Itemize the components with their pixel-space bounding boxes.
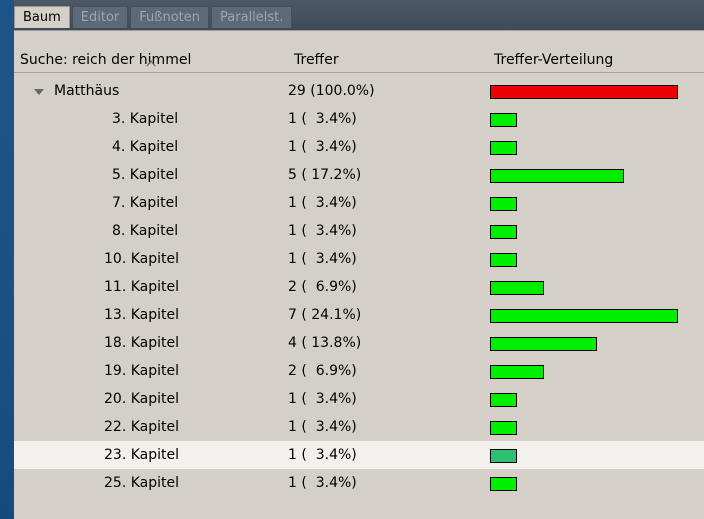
tree-row-name: 3. Kapitel	[112, 111, 179, 127]
tree-row-name: Matthäus	[54, 83, 120, 99]
sort-ascending-icon	[146, 59, 156, 67]
distribution-bar	[490, 281, 544, 295]
distribution-bar	[490, 337, 597, 351]
tree-row[interactable]: 11. Kapitel 2 ( 6.9%)	[14, 273, 704, 301]
distribution-column-header[interactable]: Treffer-Verteilung	[494, 52, 613, 68]
tree-row-name: 7. Kapitel	[112, 195, 179, 211]
tree-row-name: 20. Kapitel	[104, 391, 179, 407]
tree-row-hits: 2 ( 6.9%)	[288, 363, 357, 379]
distribution-bar	[490, 197, 517, 211]
tree-row-hits: 4 ( 13.8%)	[288, 335, 362, 351]
tree-header: Suche: reich der himmel Treffer Treffer-…	[14, 49, 704, 73]
tree-row-name: 23. Kapitel	[104, 447, 179, 463]
distribution-bar	[490, 169, 624, 183]
tab-bar: Baum Editor Fußnoten Parallelst.	[14, 0, 704, 30]
tree-row-hits: 1 ( 3.4%)	[288, 391, 357, 407]
tree-row-name: 22. Kapitel	[104, 419, 179, 435]
distribution-bar	[490, 309, 678, 323]
tree-row-hits: 1 ( 3.4%)	[288, 475, 357, 491]
tree-row-hits: 5 ( 17.2%)	[288, 167, 362, 183]
distribution-bar	[490, 365, 544, 379]
tree-row-hits: 1 ( 3.4%)	[288, 251, 357, 267]
search-results-window: Baum Editor Fußnoten Parallelst. Suche: …	[14, 0, 704, 519]
tab-parallelstellen[interactable]: Parallelst.	[211, 6, 293, 28]
distribution-bar	[490, 421, 517, 435]
tree-row-hits: 1 ( 3.4%)	[288, 195, 357, 211]
tree-rows: Matthäus 29 (100.0%) 3. Kapitel 1 ( 3.4%) 4.…	[14, 77, 704, 497]
tree-row[interactable]: 22. Kapitel 1 ( 3.4%)	[14, 413, 704, 441]
expand-arrow-icon[interactable]	[34, 89, 44, 95]
tree-row-hits: 29 (100.0%)	[288, 83, 375, 99]
tree-row[interactable]: 4. Kapitel 1 ( 3.4%)	[14, 133, 704, 161]
tree-row-hits: 1 ( 3.4%)	[288, 111, 357, 127]
tab-fussnoten[interactable]: Fußnoten	[130, 6, 210, 28]
tree-row[interactable]: 20. Kapitel 1 ( 3.4%)	[14, 385, 704, 413]
tree-row-name: 10. Kapitel	[104, 251, 179, 267]
tree-row-root[interactable]: Matthäus 29 (100.0%)	[14, 77, 704, 105]
distribution-bar	[490, 141, 517, 155]
tree-row[interactable]: 18. Kapitel 4 ( 13.8%)	[14, 329, 704, 357]
tree-row[interactable]: 23. Kapitel 1 ( 3.4%)	[14, 441, 704, 469]
tree-row-hits: 1 ( 3.4%)	[288, 419, 357, 435]
tree-row[interactable]: 25. Kapitel 1 ( 3.4%)	[14, 469, 704, 497]
distribution-bar	[490, 393, 517, 407]
tree-row-name: 8. Kapitel	[112, 223, 179, 239]
distribution-bar	[490, 477, 517, 491]
tree-row-hits: 1 ( 3.4%)	[288, 223, 357, 239]
tree-row[interactable]: 10. Kapitel 1 ( 3.4%)	[14, 245, 704, 273]
tree-row-name: 13. Kapitel	[104, 307, 179, 323]
tree-row-name: 18. Kapitel	[104, 335, 179, 351]
tree-row-name: 25. Kapitel	[104, 475, 179, 491]
tree-row-name: 5. Kapitel	[112, 167, 179, 183]
tree-row[interactable]: 8. Kapitel 1 ( 3.4%)	[14, 217, 704, 245]
tree-row[interactable]: 5. Kapitel 5 ( 17.2%)	[14, 161, 704, 189]
tab-baum[interactable]: Baum	[14, 6, 70, 28]
distribution-bar	[490, 225, 517, 239]
tree-row-hits: 1 ( 3.4%)	[288, 447, 357, 463]
tree-row[interactable]: 19. Kapitel 2 ( 6.9%)	[14, 357, 704, 385]
tree-panel: Suche: reich der himmel Treffer Treffer-…	[14, 30, 704, 519]
tree-row-hits: 2 ( 6.9%)	[288, 279, 357, 295]
distribution-bar	[490, 253, 517, 267]
search-column-header[interactable]: Suche: reich der himmel	[20, 52, 191, 68]
tree-row-name: 11. Kapitel	[104, 279, 179, 295]
tree-row[interactable]: 13. Kapitel 7 ( 24.1%)	[14, 301, 704, 329]
tab-editor[interactable]: Editor	[71, 6, 129, 28]
tree-row[interactable]: 3. Kapitel 1 ( 3.4%)	[14, 105, 704, 133]
tree-row-name: 4. Kapitel	[112, 139, 179, 155]
distribution-bar	[490, 113, 517, 127]
distribution-bar	[490, 449, 517, 463]
distribution-bar	[490, 85, 678, 99]
tree-row-hits: 1 ( 3.4%)	[288, 139, 357, 155]
hits-column-header[interactable]: Treffer	[294, 52, 339, 68]
tree-row-name: 19. Kapitel	[104, 363, 179, 379]
tree-row[interactable]: 7. Kapitel 1 ( 3.4%)	[14, 189, 704, 217]
tree-row-hits: 7 ( 24.1%)	[288, 307, 362, 323]
